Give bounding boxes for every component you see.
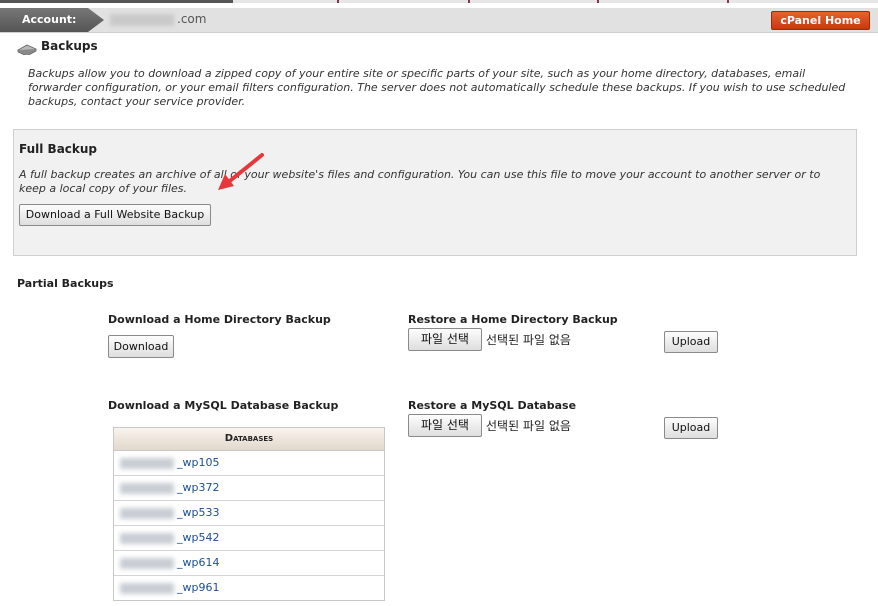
database-row: _wp542 xyxy=(114,526,384,551)
partial-backups-title: Partial Backups xyxy=(17,277,114,290)
mysql-download-heading: Download a MySQL Database Backup xyxy=(108,399,339,412)
red-arrow-icon xyxy=(218,153,264,190)
database-row: _wp533 xyxy=(114,501,384,526)
mysql-restore-heading: Restore a MySQL Database xyxy=(408,399,577,412)
page-intro: Backups allow you to download a zipped c… xyxy=(28,67,846,108)
home-no-file-text: 선택된 파일 없음 xyxy=(486,333,571,347)
home-restore-heading: Restore a Home Directory Backup xyxy=(408,313,618,326)
databases-table: Databases _wp105 _wp372 _wp533 _wp542 _w… xyxy=(113,427,385,601)
account-bar: Account: .com cPanel Home xyxy=(0,8,878,33)
cpanel-home-button[interactable]: cPanel Home xyxy=(771,11,870,30)
full-backup-panel: Full Backup A full backup creates an arc… xyxy=(13,129,857,256)
database-link[interactable]: _wp614 xyxy=(177,556,219,569)
account-label: Account: xyxy=(0,8,104,32)
home-choose-file-button[interactable]: 파일 선택 xyxy=(408,328,482,351)
mysql-choose-file-button[interactable]: 파일 선택 xyxy=(408,414,482,437)
database-row: _wp614 xyxy=(114,551,384,576)
domain-redacted xyxy=(110,14,174,26)
db-prefix-redacted xyxy=(120,583,174,594)
db-prefix-redacted xyxy=(120,458,174,469)
database-link[interactable]: _wp533 xyxy=(177,506,219,519)
download-full-backup-button[interactable]: Download a Full Website Backup xyxy=(19,204,211,226)
download-home-button[interactable]: Download xyxy=(108,335,174,358)
full-backup-title: Full Backup xyxy=(19,142,98,156)
database-row: _wp372 xyxy=(114,476,384,501)
database-row: _wp961 xyxy=(114,576,384,600)
database-row: _wp105 xyxy=(114,451,384,476)
top-strip xyxy=(0,0,878,3)
database-link[interactable]: _wp961 xyxy=(177,581,219,594)
databases-table-header: Databases xyxy=(114,428,384,451)
mysql-upload-button[interactable]: Upload xyxy=(664,417,718,439)
database-link[interactable]: _wp105 xyxy=(177,456,219,469)
mysql-no-file-text: 선택된 파일 없음 xyxy=(486,419,571,433)
db-prefix-redacted xyxy=(120,533,174,544)
home-upload-button[interactable]: Upload xyxy=(664,331,718,353)
account-domain: .com xyxy=(177,12,207,26)
full-backup-description: A full backup creates an archive of all … xyxy=(19,168,821,195)
backup-disk-icon xyxy=(17,44,37,55)
db-prefix-redacted xyxy=(120,483,174,494)
database-link[interactable]: _wp372 xyxy=(177,481,219,494)
db-prefix-redacted xyxy=(120,558,174,569)
database-link[interactable]: _wp542 xyxy=(177,531,219,544)
db-prefix-redacted xyxy=(120,508,174,519)
page-title: Backups xyxy=(41,39,98,53)
home-download-heading: Download a Home Directory Backup xyxy=(108,313,331,326)
